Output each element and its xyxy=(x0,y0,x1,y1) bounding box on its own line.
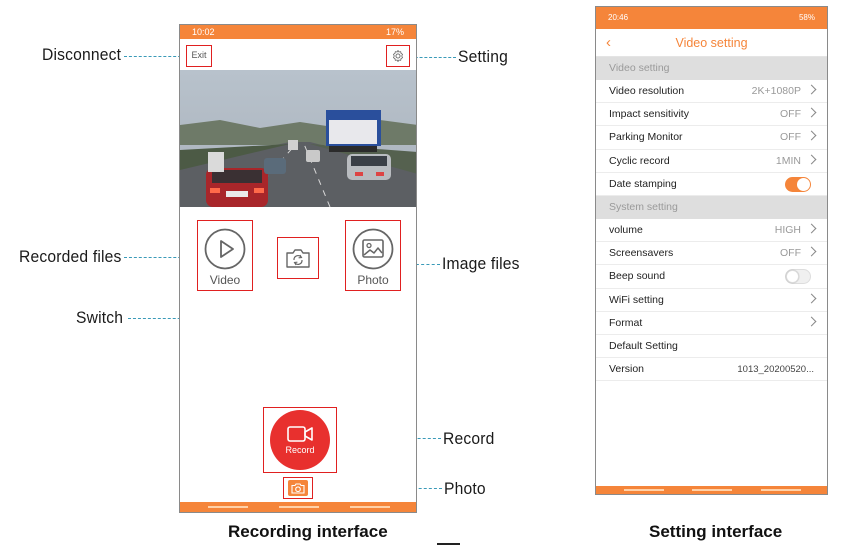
setting-row[interactable]: Screensavers OFF xyxy=(596,242,827,266)
image-icon xyxy=(352,228,394,270)
section-header: Video setting xyxy=(596,57,827,80)
camera-preview xyxy=(180,70,416,207)
setting-value: OFF xyxy=(780,131,801,144)
status-time: 10:02 xyxy=(192,27,215,37)
status-battery: 58% xyxy=(798,13,815,22)
take-photo-button[interactable] xyxy=(288,480,308,496)
status-bar: 10:02 17% xyxy=(180,25,416,39)
setting-label: Impact sensitivity xyxy=(609,108,689,121)
setting-label: Screensavers xyxy=(609,247,674,260)
setting-value: OFF xyxy=(780,108,801,121)
toggle-switch[interactable] xyxy=(785,176,811,192)
setting-interface-screen: 20:46 58% ‹ Video setting Video setting V… xyxy=(595,6,828,495)
setting-row[interactable]: Default Setting xyxy=(596,335,827,359)
page-dash xyxy=(437,543,460,545)
setting-label: Video resolution xyxy=(609,85,685,97)
switch-camera-icon xyxy=(286,249,310,268)
leader-disconnect xyxy=(124,56,186,57)
chevron-right-icon xyxy=(806,84,817,95)
toggle-knob xyxy=(786,270,799,284)
status-time: 20:46 xyxy=(608,13,629,22)
setting-label: volume xyxy=(609,223,643,236)
setting-row[interactable]: Cyclic record 1MIN xyxy=(596,150,827,173)
chevron-right-icon xyxy=(806,107,817,118)
callout-setting: Setting xyxy=(458,47,508,66)
page-title: Video setting xyxy=(675,36,748,50)
status-bar: 20:46 58% xyxy=(596,7,827,29)
setting-label: Beep sound xyxy=(609,270,666,283)
camera-icon xyxy=(291,482,305,494)
chevron-right-icon xyxy=(806,246,817,257)
callout-record: Record xyxy=(443,429,495,448)
callout-photo: Photo xyxy=(444,479,486,498)
setting-label: Version xyxy=(609,363,645,376)
play-icon xyxy=(204,228,246,270)
setting-row[interactable]: Date stamping xyxy=(596,173,827,196)
record-label: Record xyxy=(285,445,315,455)
setting-label: Cyclic record xyxy=(609,154,670,167)
gear-icon xyxy=(393,50,403,62)
setting-row[interactable]: Version 1013_20200520... xyxy=(596,358,827,382)
nav-handle xyxy=(624,489,664,491)
nav-handle xyxy=(761,489,801,491)
setting-value: HIGH xyxy=(774,223,801,236)
setting-row[interactable]: Format xyxy=(596,312,827,335)
photo-button-frame xyxy=(283,477,313,499)
settings-button[interactable] xyxy=(386,45,410,67)
recording-interface-screen: 10:02 17% Exit Video Photo Record xyxy=(179,24,417,513)
record-button[interactable]: Record xyxy=(270,410,330,470)
callout-recorded-files: Recorded files xyxy=(19,247,122,266)
setting-value: 2K+1080P xyxy=(751,85,801,97)
settings-list: Video setting Video resolution 2K+1080P Imp… xyxy=(596,57,827,382)
exit-button[interactable]: Exit xyxy=(186,45,212,67)
video-camera-icon xyxy=(287,426,313,442)
chevron-right-icon xyxy=(806,154,817,165)
status-battery: 17% xyxy=(385,27,404,37)
video-files-button[interactable]: Video xyxy=(197,220,253,291)
record-button-frame: Record xyxy=(263,407,337,473)
callout-image-files: Image files xyxy=(442,254,520,273)
setting-label: Default Setting xyxy=(609,339,678,352)
callout-switch: Switch xyxy=(76,308,124,327)
setting-row[interactable]: Beep sound xyxy=(596,265,827,289)
image-files-button[interactable]: Photo xyxy=(345,220,401,291)
setting-label: Format xyxy=(609,316,643,329)
setting-label: Parking Monitor xyxy=(609,131,683,144)
setting-label: Date stamping xyxy=(609,177,677,190)
nav-handle xyxy=(350,506,390,508)
setting-value: OFF xyxy=(780,247,801,260)
version-value: 1013_20200520... xyxy=(737,364,814,376)
setting-row[interactable]: Impact sensitivity OFF xyxy=(596,103,827,127)
section-header: System setting xyxy=(596,195,827,219)
toggle-knob xyxy=(797,177,810,191)
chevron-right-icon xyxy=(806,223,817,234)
callout-disconnect: Disconnect xyxy=(42,45,122,64)
chevron-right-icon xyxy=(806,316,817,327)
navigation-bar xyxy=(596,486,827,494)
switch-camera-button[interactable] xyxy=(277,237,319,279)
setting-row[interactable]: WiFi setting xyxy=(596,289,827,312)
setting-value: 1MIN xyxy=(775,154,801,167)
chevron-right-icon xyxy=(806,130,817,141)
top-bar: Exit xyxy=(180,39,416,70)
photo-label: Photo xyxy=(357,273,389,287)
setting-row[interactable]: Video resolution 2K+1080P xyxy=(596,80,827,104)
setting-row[interactable]: volume HIGH xyxy=(596,219,827,243)
navigation-bar xyxy=(180,502,416,512)
highway-scene-image xyxy=(180,70,416,207)
nav-handle xyxy=(279,506,319,508)
setting-row[interactable]: Parking Monitor OFF xyxy=(596,126,827,150)
toggle-switch[interactable] xyxy=(785,269,811,285)
setting-label: WiFi setting xyxy=(609,293,664,306)
nav-handle xyxy=(208,506,248,508)
settings-header: ‹ Video setting xyxy=(596,29,827,57)
caption-setting-interface: Setting interface xyxy=(649,522,783,541)
video-label: Video xyxy=(209,273,241,287)
caption-recording-interface: Recording interface xyxy=(228,522,388,541)
nav-handle xyxy=(692,489,732,491)
chevron-right-icon xyxy=(806,293,817,303)
